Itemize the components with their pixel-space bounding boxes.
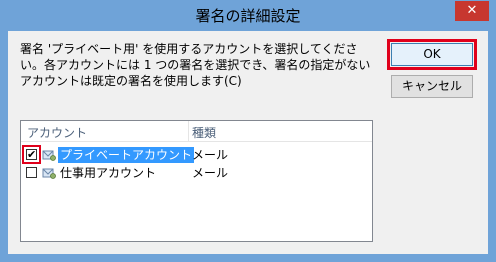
column-header-account[interactable]: アカウント <box>27 124 87 141</box>
dialog-title: 署名の詳細設定 <box>195 7 301 25</box>
mail-account-icon <box>42 168 56 179</box>
column-divider[interactable] <box>188 121 189 141</box>
list-header: アカウント 種類 <box>21 121 372 142</box>
column-header-type[interactable]: 種類 <box>192 124 216 141</box>
account-type: メール <box>192 148 229 162</box>
close-button[interactable]: ✕ <box>455 1 489 21</box>
cancel-button[interactable]: キャンセル <box>391 75 473 98</box>
account-name: 仕事用アカウント <box>60 166 157 180</box>
account-checkbox-private[interactable]: ✔ <box>26 149 37 160</box>
signature-settings-dialog: 署名の詳細設定 ✕ 署名 'プライベート用' を使用するアカウントを選択してくだ… <box>0 0 496 262</box>
list-item[interactable]: 仕事用アカウント メール <box>21 165 372 182</box>
list-item[interactable]: ✔ プライベートアカウント メール <box>21 145 372 164</box>
instruction-text: 署名 'プライベート用' を使用するアカウントを選択してください。各アカウントに… <box>20 42 371 88</box>
dialog-body: 署名 'プライベート用' を使用するアカウントを選択してください。各アカウントに… <box>8 31 488 254</box>
account-name: プライベートアカウント <box>58 147 195 163</box>
account-checkbox-work[interactable] <box>26 167 37 178</box>
ok-highlight-box <box>387 39 477 70</box>
account-list[interactable]: アカウント 種類 ✔ プライベートアカウント メール 仕事用アカウント メール <box>20 120 373 242</box>
account-type: メール <box>192 166 229 180</box>
mail-account-icon <box>42 150 56 161</box>
title-bar[interactable]: 署名の詳細設定 ✕ <box>0 0 496 31</box>
